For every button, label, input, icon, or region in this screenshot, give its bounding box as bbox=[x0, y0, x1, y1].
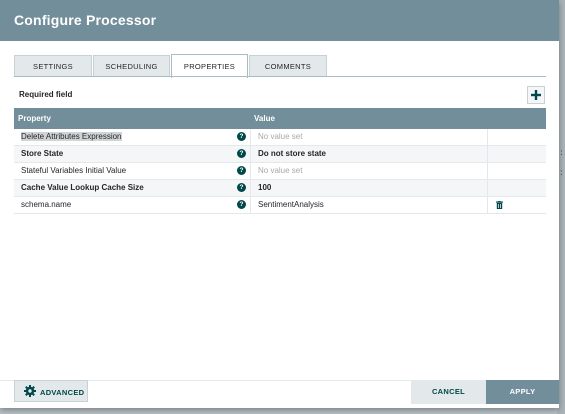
tab-divider bbox=[14, 76, 546, 77]
property-value[interactable]: SentimentAnalysis bbox=[258, 200, 324, 209]
table-row[interactable]: schema.name ? SentimentAnalysis bbox=[14, 197, 546, 214]
help-icon[interactable]: ? bbox=[237, 149, 246, 158]
property-value[interactable]: Do not store state bbox=[258, 149, 326, 158]
gear-icon bbox=[24, 385, 36, 397]
property-name: Stateful Variables Initial Value bbox=[21, 166, 127, 175]
advanced-button-label: ADVANCED bbox=[40, 388, 85, 397]
properties-table: Property Value Delete Attributes Express… bbox=[14, 108, 546, 214]
trash-icon[interactable] bbox=[496, 201, 503, 209]
table-header: Property Value bbox=[14, 108, 546, 129]
advanced-button[interactable]: ADVANCED bbox=[14, 380, 88, 402]
property-value[interactable]: No value set bbox=[258, 132, 302, 141]
table-row[interactable]: Cache Value Lookup Cache Size ? 100 bbox=[14, 180, 546, 197]
tab-comments[interactable]: COMMENTS bbox=[249, 55, 327, 77]
tab-scheduling[interactable]: SCHEDULING bbox=[93, 55, 170, 77]
table-row[interactable]: Stateful Variables Initial Value ? No va… bbox=[14, 163, 546, 180]
cancel-button[interactable]: CANCEL bbox=[411, 380, 486, 404]
column-header-property: Property bbox=[18, 114, 51, 123]
property-name: Delete Attributes Expression bbox=[21, 132, 122, 141]
property-name: Store State bbox=[21, 149, 64, 158]
help-icon[interactable]: ? bbox=[237, 166, 246, 175]
property-value[interactable]: 100 bbox=[258, 183, 271, 192]
property-value[interactable]: No value set bbox=[258, 166, 302, 175]
help-icon[interactable]: ? bbox=[237, 200, 246, 209]
background-glyph: : bbox=[559, 148, 563, 158]
tab-settings[interactable]: SETTINGS bbox=[14, 55, 92, 77]
property-name: Cache Value Lookup Cache Size bbox=[21, 183, 144, 192]
property-name: schema.name bbox=[21, 200, 72, 209]
help-icon[interactable]: ? bbox=[237, 132, 246, 141]
dialog-title: Configure Processor bbox=[14, 12, 157, 28]
background-glyph: : bbox=[559, 168, 563, 178]
help-icon[interactable]: ? bbox=[237, 183, 246, 192]
table-row[interactable]: Store State ? Do not store state bbox=[14, 146, 546, 163]
add-property-button[interactable] bbox=[527, 86, 545, 104]
plus-icon bbox=[531, 90, 541, 100]
apply-button[interactable]: APPLY bbox=[486, 380, 559, 404]
configure-processor-dialog: Configure Processor SETTINGS SCHEDULING … bbox=[0, 0, 559, 408]
column-header-value: Value bbox=[254, 114, 275, 123]
tab-properties[interactable]: PROPERTIES bbox=[171, 54, 248, 78]
dialog-header: Configure Processor bbox=[0, 0, 559, 41]
required-field-label: Required field bbox=[19, 90, 73, 99]
table-row[interactable]: Delete Attributes Expression ? No value … bbox=[14, 129, 546, 146]
